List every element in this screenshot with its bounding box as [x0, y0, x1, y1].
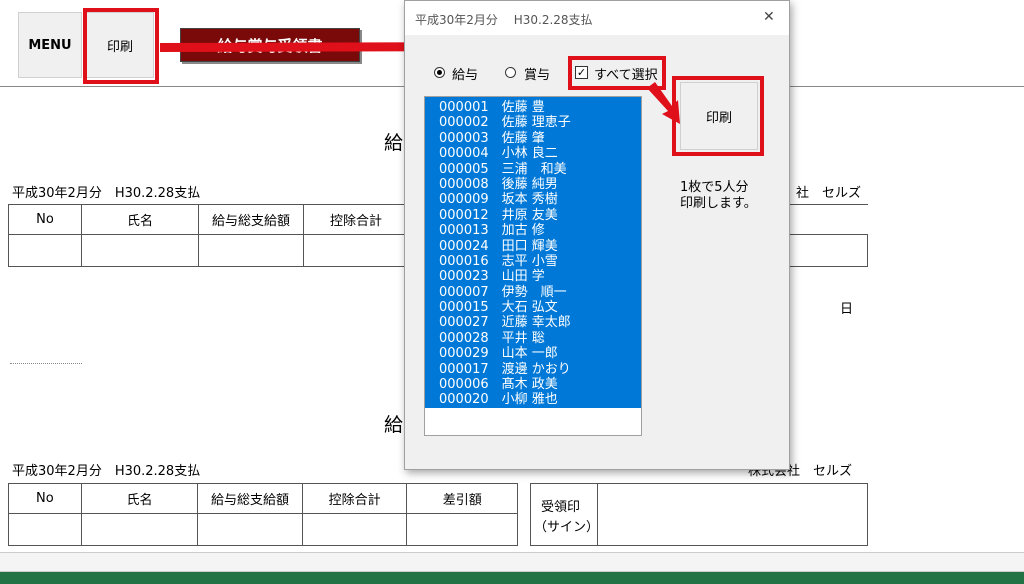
- dialog-titlebar: 平成30年2月分 H30.2.28支払 ✕: [405, 1, 789, 35]
- col-no: No: [8, 483, 82, 514]
- receipt-label: 受領印: [541, 500, 581, 515]
- print-note-line2: 印刷します。: [680, 196, 757, 211]
- radio-bonus-label: 賞与: [524, 68, 551, 83]
- highlight-select-all: [568, 56, 666, 90]
- slip-period-bottom: 平成30年2月分 H30.2.28支払: [12, 464, 201, 479]
- slip-heading-char-top: 給: [384, 132, 404, 154]
- employee-list-item[interactable]: 000005 三浦 和美: [425, 161, 641, 177]
- col-name: 氏名: [80, 483, 199, 514]
- employee-list-item[interactable]: 000007 伊勢 順一: [425, 284, 641, 301]
- highlight-print-sheet-button: [83, 8, 159, 84]
- col-gross: 給与総支給額: [198, 204, 304, 235]
- col-no: No: [8, 204, 82, 235]
- employee-list-item[interactable]: 000016 志平 小雪: [425, 253, 641, 270]
- slip-period-top: 平成30年2月分 H30.2.28支払: [12, 186, 201, 201]
- slip-table-bottom: No 氏名 給与総支給額 控除合計 差引額: [8, 483, 518, 546]
- slip-company-top: 社 セルズ: [796, 186, 862, 201]
- employee-list-item[interactable]: 000001 佐藤 豊: [425, 100, 641, 116]
- col-deduction: 控除合計: [301, 483, 408, 514]
- employee-list[interactable]: 000001 佐藤 豊 000002 佐藤 理恵子 000003 佐藤 肇 00000…: [424, 96, 642, 436]
- employee-list-item[interactable]: 000029 山本 一郎: [425, 346, 641, 362]
- radio-salary[interactable]: [434, 67, 445, 78]
- employee-list-item[interactable]: 000006 髙木 政美: [425, 377, 641, 393]
- employee-list-item[interactable]: 000009 坂本 秀樹: [425, 192, 641, 208]
- excel-status-bar: [0, 572, 1024, 584]
- employee-list-item[interactable]: 000028 平井 聡: [425, 330, 641, 347]
- employee-list-item[interactable]: 000015 大石 弘文: [425, 300, 641, 316]
- col-gross: 給与総支給額: [197, 483, 303, 514]
- employee-list-item[interactable]: 000003 佐藤 肇: [425, 130, 641, 147]
- horizontal-scrollbar[interactable]: [0, 552, 1024, 572]
- cut-line: [10, 363, 82, 364]
- slip-heading-char-bottom: 給: [384, 414, 404, 436]
- employee-list-item[interactable]: 000013 加古 修: [425, 223, 641, 239]
- receipt-box: 受領印 （サイン）: [530, 483, 868, 546]
- radio-salary-label: 給与: [452, 68, 479, 83]
- employee-list-item[interactable]: 000023 山田 学: [425, 269, 641, 285]
- employee-list-item[interactable]: 000012 井原 友美: [425, 207, 641, 224]
- employee-list-item[interactable]: 000027 近藤 幸太郎: [425, 315, 641, 331]
- close-icon[interactable]: ✕: [763, 9, 775, 25]
- menu-button[interactable]: MENU: [18, 12, 82, 78]
- employee-list-item[interactable]: 000004 小林 良二: [425, 146, 641, 162]
- col-net: 差引額: [406, 483, 518, 514]
- employee-list-item[interactable]: 000024 田口 輝美: [425, 238, 641, 254]
- highlight-dialog-print-button: [672, 76, 764, 156]
- employee-list-item[interactable]: 000017 渡邊 かおり: [425, 361, 641, 378]
- dialog-title: 平成30年2月分 H30.2.28支払: [415, 13, 593, 27]
- employee-list-item[interactable]: 000008 後藤 純男: [425, 176, 641, 193]
- col-name: 氏名: [81, 204, 199, 235]
- employee-list-item[interactable]: 000002 佐藤 理恵子: [425, 115, 641, 131]
- col-deduction: 控除合計: [303, 204, 409, 235]
- employee-list-item[interactable]: 000020 小柳 雅也: [425, 392, 641, 408]
- receipt-sign-label: （サイン）: [534, 520, 600, 535]
- day-char: 日: [840, 302, 854, 317]
- radio-bonus[interactable]: [505, 67, 516, 78]
- title-banner: 給与賞与受領書: [180, 28, 360, 62]
